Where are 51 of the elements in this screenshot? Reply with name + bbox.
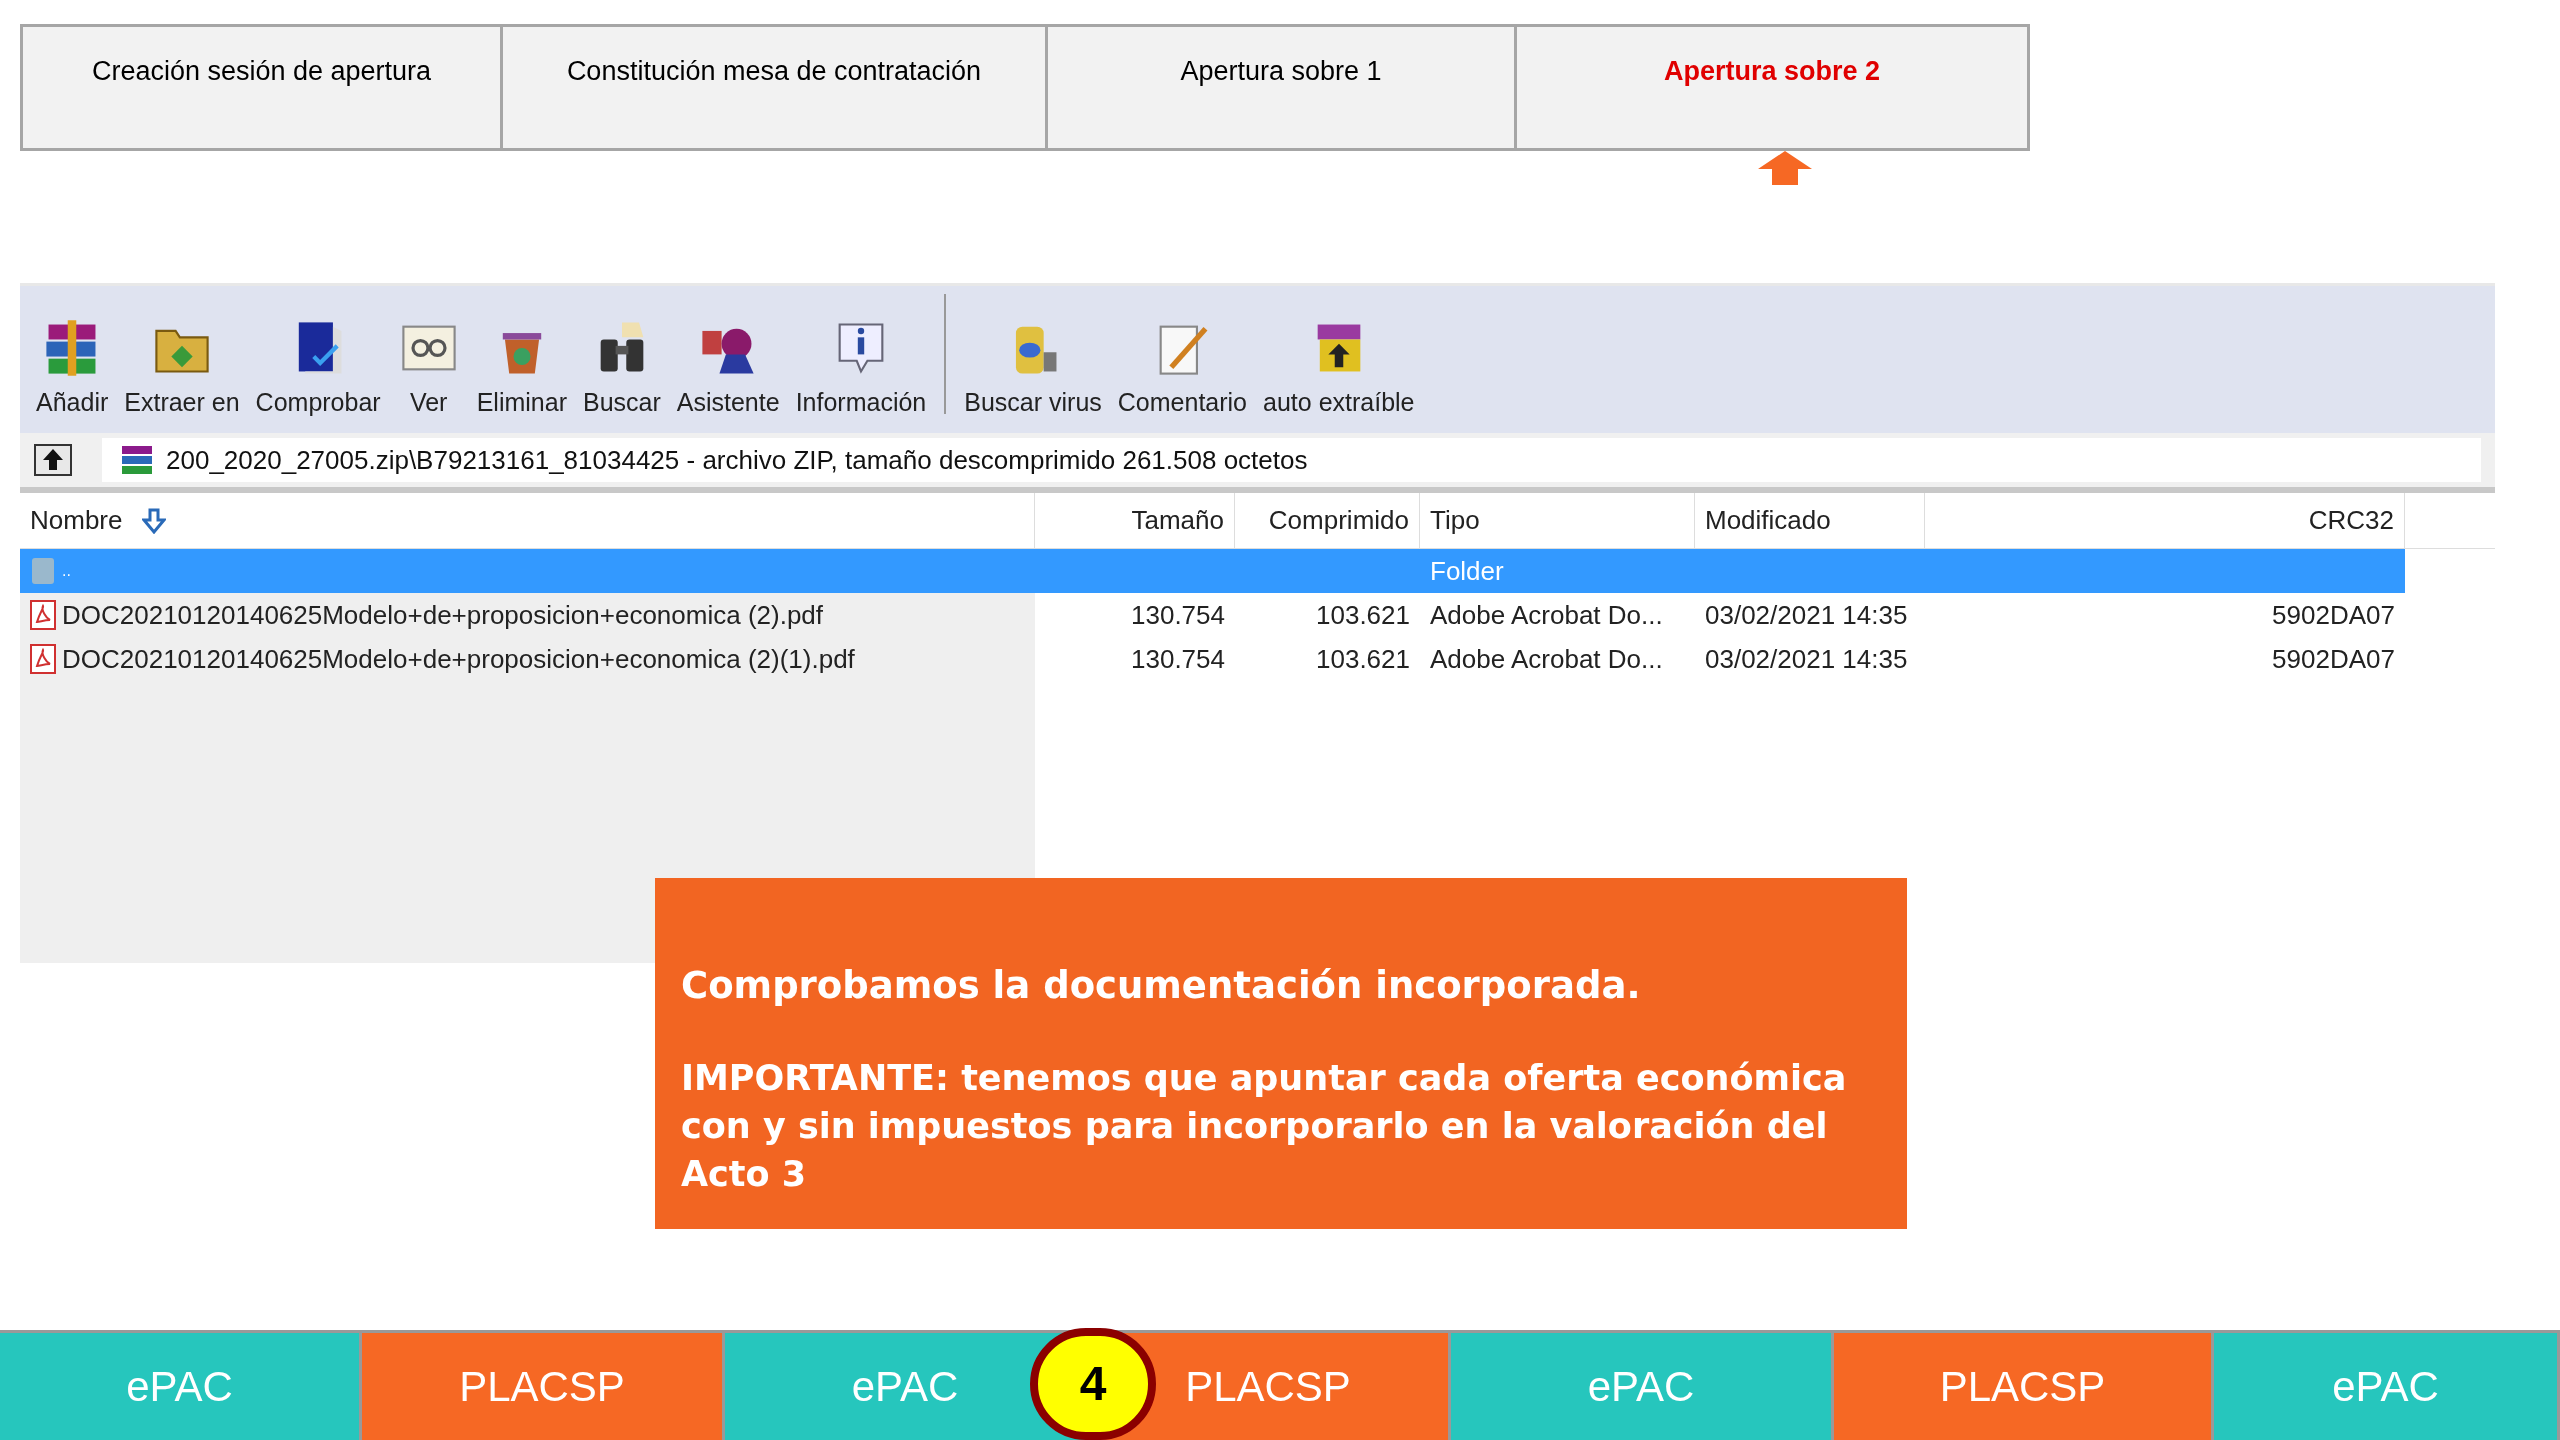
- toolbar-button[interactable]: Asistente: [670, 315, 786, 421]
- step-tab[interactable]: Apertura sobre 1: [1048, 27, 1517, 148]
- toolbar-button[interactable]: Eliminar: [470, 315, 573, 421]
- table-cell-text: Folder: [1430, 554, 1504, 588]
- archive-path: 200_2020_27005.zip\B79213161_81034425 - archivo ZIP, tamaño descomprimido 261.508 octetos: [166, 443, 1308, 477]
- toolbar-button[interactable]: Añadir: [30, 315, 115, 421]
- step-tab[interactable]: Creación sesión de apertura: [23, 27, 503, 148]
- step-tab[interactable]: Constitución mesa de contratación: [503, 27, 1048, 148]
- platform-segment: PLACSP: [1834, 1333, 2214, 1440]
- note-text: Comprobamos la documentación incorporada.: [681, 963, 1642, 1009]
- toolbar-button[interactable]: Buscar virus: [958, 315, 1108, 421]
- toolbar-button[interactable]: Extraer en: [118, 315, 246, 421]
- folder-icon: [30, 556, 56, 586]
- table-cell-text: 103.621: [1316, 642, 1410, 676]
- column-header[interactable]: CRC32: [1925, 493, 2405, 548]
- table-cell-text: 5902DA07: [2272, 642, 2395, 676]
- table-cell-text: DOC20210120140625Modelo+de+proposicion+economica (2).pdf: [62, 598, 824, 632]
- table-cell-text: 130.754: [1131, 598, 1225, 632]
- toolbar-button[interactable]: Buscar: [576, 315, 667, 421]
- toolbar-button[interactable]: Comprobar: [249, 315, 387, 421]
- column-header[interactable]: Comprimido: [1235, 493, 1420, 548]
- table-cell-text: DOC20210120140625Modelo+de+proposicion+economica (2)(1).pdf: [62, 642, 855, 676]
- table-cell-text: 03/02/2021 14:35: [1705, 598, 1908, 632]
- note-text: IMPORTANTE: tenemos que apuntar cada oferta económica con y sin impuestos para incorporarlo en la valoración del Acto 3: [681, 1057, 1848, 1196]
- platform-segment: ePAC: [0, 1333, 362, 1440]
- toolbar-button[interactable]: Comentario: [1111, 315, 1254, 421]
- step-tab[interactable]: Apertura sobre 2: [1517, 27, 2027, 148]
- pdf-file-icon: [30, 644, 56, 674]
- column-header[interactable]: Modificado: [1695, 493, 1925, 548]
- file-row[interactable]: DOC20210120140625Modelo+de+proposicion+economica (2).pdf 130.754 103.621 Adobe Acrobat Do... 03/02/2021 14:35 5902DA07: [20, 593, 2405, 637]
- pdf-file-icon: [30, 600, 56, 630]
- file-row[interactable]: DOC20210120140625Modelo+de+proposicion+economica (2)(1).pdf 130.754 103.621 Adobe Acrobat Do... 03/02/2021 14:35 5902DA07: [20, 637, 2405, 681]
- column-header[interactable]: Tipo: [1420, 493, 1695, 548]
- up-folder-icon[interactable]: [34, 444, 72, 476]
- column-header[interactable]: Tamaño: [1035, 493, 1235, 548]
- toolbar-button[interactable]: auto extraíble: [1257, 315, 1421, 421]
- toolbar-button[interactable]: Información: [789, 315, 933, 421]
- platform-segment: ePAC: [1451, 1333, 1834, 1440]
- table-cell-text: 130.754: [1131, 642, 1225, 676]
- table-cell-text: ..: [62, 561, 71, 581]
- up-arrow-icon: [1758, 151, 1812, 185]
- platform-segment: ePAC: [2214, 1333, 2560, 1440]
- platform-segment: PLACSP: [362, 1333, 725, 1440]
- table-cell-text: Adobe Acrobat Do...: [1430, 598, 1663, 632]
- table-cell-text: 5902DA07: [2272, 598, 2395, 632]
- table-cell-text: 03/02/2021 14:35: [1705, 642, 1908, 676]
- toolbar-button[interactable]: Ver: [390, 315, 467, 421]
- table-cell-text: 103.621: [1316, 598, 1410, 632]
- sort-down-icon: [142, 507, 167, 534]
- column-header[interactable]: Nombre: [20, 493, 1035, 548]
- table-cell-text: Adobe Acrobat Do...: [1430, 642, 1663, 676]
